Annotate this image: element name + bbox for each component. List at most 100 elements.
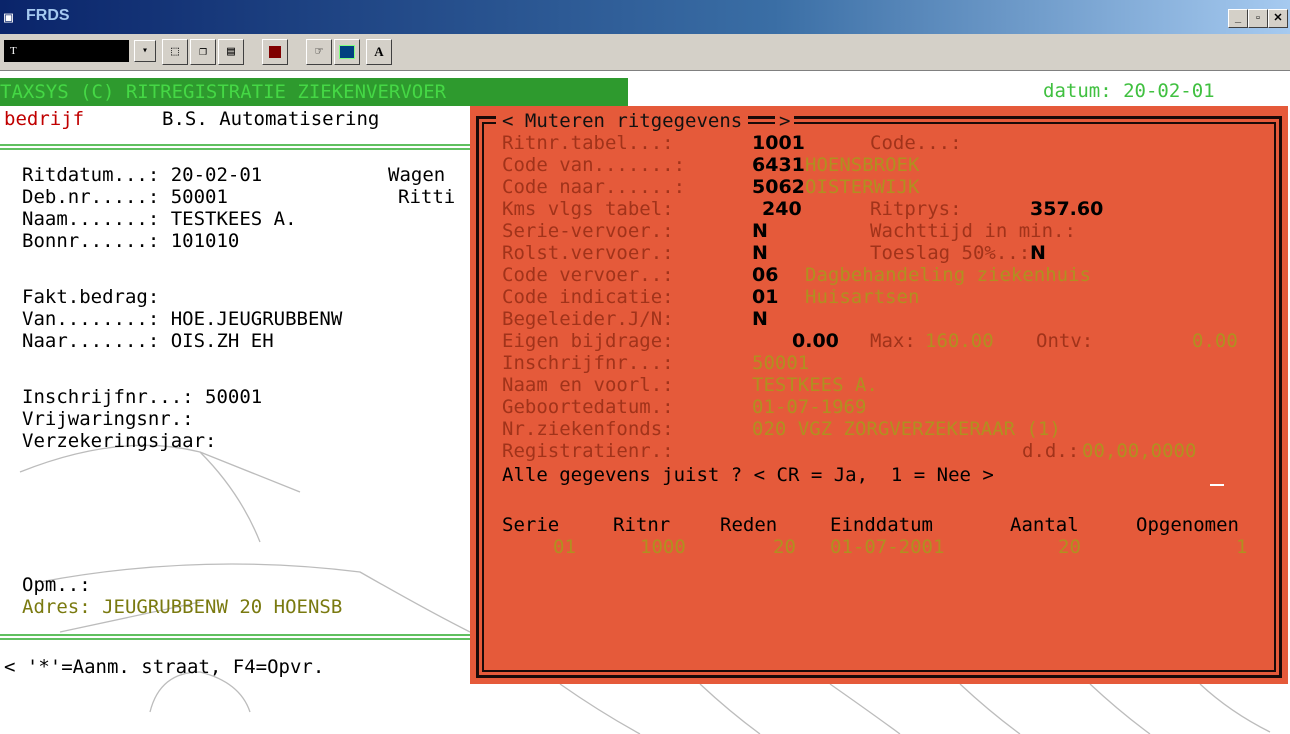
paste-icon[interactable]: ▤	[218, 39, 244, 65]
bonnr-field[interactable]: Bonnr......: 101010	[22, 230, 239, 252]
geboorte-value: 01-07-1969	[752, 396, 867, 418]
table-cell-reden[interactable]: 20	[773, 536, 796, 558]
dd-label: d.d.:	[1022, 440, 1080, 462]
begeleider-value[interactable]: N	[752, 308, 768, 330]
serie-value[interactable]: N	[752, 220, 768, 242]
table-cell-ritnr[interactable]: 1000	[640, 536, 686, 558]
max-label: Max:	[870, 330, 916, 352]
eigen-value[interactable]: 0.00	[792, 330, 839, 352]
rolst-value[interactable]: N	[752, 242, 768, 264]
table-header-einddatum: Einddatum	[830, 514, 933, 536]
opm-field[interactable]: Opm..:	[22, 574, 91, 596]
inschrijf-label: Inschrijfnr...:	[502, 352, 674, 374]
app-banner: TAXSYS (C) RITREGISTRATIE ZIEKENVERVOER	[0, 78, 628, 106]
debnr-field[interactable]: Deb.nr.....: 50001	[22, 186, 228, 208]
divider-top	[0, 144, 490, 150]
ritnr-label: Ritnr.tabel...:	[502, 132, 674, 154]
text-cursor[interactable]	[1210, 484, 1224, 486]
van-code[interactable]: 6431	[752, 154, 805, 176]
verzekering-field[interactable]: Verzekeringsjaar:	[22, 430, 216, 452]
table-cell-serie[interactable]: 01	[553, 536, 576, 558]
naamvoorl-label: Naam en voorl.:	[502, 374, 674, 396]
kms-value[interactable]: 240	[762, 198, 802, 220]
naamvoorl-value: TESTKEES A.	[752, 374, 878, 396]
naar-field[interactable]: Naar.......: OIS.ZH EH	[22, 330, 274, 352]
vervoer-name: Dagbehandeling ziekenhuis	[805, 264, 1091, 286]
naar-label: Code naar......:	[502, 176, 686, 198]
maximize-button[interactable]: ▫	[1248, 9, 1268, 28]
dd-value: 00,00,0000	[1082, 440, 1197, 462]
dialog-title: < Muteren ritgegevens	[496, 110, 749, 132]
fullscreen-icon[interactable]	[262, 39, 288, 65]
vervoer-label: Code vervoer..:	[502, 264, 674, 286]
bedrijf-label: bedrijf	[4, 108, 85, 130]
ritdatum-field[interactable]: Ritdatum...: 20-02-01	[22, 164, 262, 186]
vrijwaring-field[interactable]: Vrijwaringsnr.:	[22, 408, 194, 430]
properties-icon[interactable]: ☞	[306, 39, 332, 65]
van-name: HOENSBROEK	[805, 154, 920, 176]
close-button[interactable]: ✕	[1268, 9, 1288, 28]
registratie-label: Registratienr.:	[502, 440, 674, 462]
wacht-label: Wachttijd in min.:	[870, 220, 1076, 242]
toeslag-label: Toeslag 50%..:	[870, 242, 1031, 264]
ontv-value: 0.00	[1192, 330, 1238, 352]
chevron-down-icon[interactable]: ▾	[134, 40, 156, 62]
toeslag-value[interactable]: N	[1030, 242, 1046, 264]
title-bar: ▣ FRDS _ ▫ ✕	[0, 0, 1290, 34]
indicatie-name: Huisartsen	[805, 286, 920, 308]
status-line: < '*'=Aanm. straat, F4=Opvr.	[4, 656, 325, 678]
ziekenfonds-value: 020 VGZ ZORGVERZEKERAAR (1)	[752, 418, 1061, 440]
geboorte-label: Geboortedatum.:	[502, 396, 674, 418]
indicatie-code[interactable]: 01	[752, 286, 778, 308]
table-header-aantal: Aantal	[1010, 514, 1079, 536]
table-cell-einddatum[interactable]: 01-07-2001	[830, 536, 944, 558]
indicatie-label: Code indicatie:	[502, 286, 674, 308]
bedrijf-value: B.S. Automatisering	[162, 108, 380, 130]
table-cell-aantal[interactable]: 20	[1058, 536, 1081, 558]
table-header-ritnr: Ritnr	[613, 514, 671, 536]
table-header-reden: Reden	[720, 514, 778, 536]
divider-bottom	[0, 634, 490, 640]
kms-label: Kms vlgs tabel:	[502, 198, 674, 220]
table-header-serie: Serie	[502, 514, 560, 536]
window-title: FRDS	[26, 7, 70, 24]
dialog-title-end: >	[775, 110, 795, 132]
rolst-label: Rolst.vervoer.:	[502, 242, 674, 264]
muteren-ritgegevens-dialog: < Muteren ritgegevens > Ritnr.tabel...: …	[470, 106, 1288, 684]
naam-field[interactable]: Naam.......: TESTKEES A.	[22, 208, 297, 230]
minimize-button[interactable]: _	[1228, 9, 1248, 28]
toolbar: T ▾ ⬚ ❐ ▤ ☞ A	[0, 34, 1290, 71]
confirm-prompt: Alle gegevens juist ? < CR = Ja, 1 = Nee…	[502, 464, 994, 486]
ritprys-value[interactable]: 357.60	[1030, 198, 1103, 220]
ritprys-label: Ritprys:	[870, 198, 962, 220]
serie-label: Serie-vervoer.:	[502, 220, 674, 242]
vervoer-code[interactable]: 06	[752, 264, 778, 286]
dos-icon[interactable]: ▣	[4, 8, 22, 26]
eigen-label: Eigen bijdrage:	[502, 330, 674, 352]
datum-label: datum: 20-02-01	[1043, 80, 1215, 102]
code-label: Code...:	[870, 132, 962, 154]
ritti-label: Ritti	[398, 186, 456, 208]
select-icon[interactable]: ⬚	[162, 39, 188, 65]
max-value: 160.00	[925, 330, 994, 352]
naar-name: OISTERWIJK	[805, 176, 920, 198]
ontv-label: Ontv:	[1036, 330, 1094, 352]
inschrijf-field[interactable]: Inschrijfnr...: 50001	[22, 386, 262, 408]
font-icon[interactable]: A	[366, 39, 392, 65]
background-icon[interactable]	[334, 39, 360, 65]
naar-code[interactable]: 5062	[752, 176, 805, 198]
table-header-opgenomen: Opgenomen	[1136, 514, 1239, 536]
copy-icon[interactable]: ❐	[190, 39, 216, 65]
van-label: Code van.......:	[502, 154, 686, 176]
inschrijf-value: 50001	[752, 352, 810, 374]
ziekenfonds-label: Nr.ziekenfonds:	[502, 418, 674, 440]
table-cell-opgenomen[interactable]: 1	[1236, 536, 1247, 558]
wagen-label: Wagen	[388, 164, 446, 186]
van-field[interactable]: Van........: HOE.JEUGRUBBENW	[22, 308, 342, 330]
begeleider-label: Begeleider.J/N:	[502, 308, 674, 330]
adres-field[interactable]: Adres: JEUGRUBBENW 20 HOENSB	[22, 596, 342, 618]
font-size-select[interactable]: T	[4, 40, 129, 62]
fakt-field[interactable]: Fakt.bedrag:	[22, 286, 159, 308]
ritnr-value[interactable]: 1001	[752, 132, 805, 154]
console-screen[interactable]: TAXSYS (C) RITREGISTRATIE ZIEKENVERVOER …	[0, 72, 1290, 734]
